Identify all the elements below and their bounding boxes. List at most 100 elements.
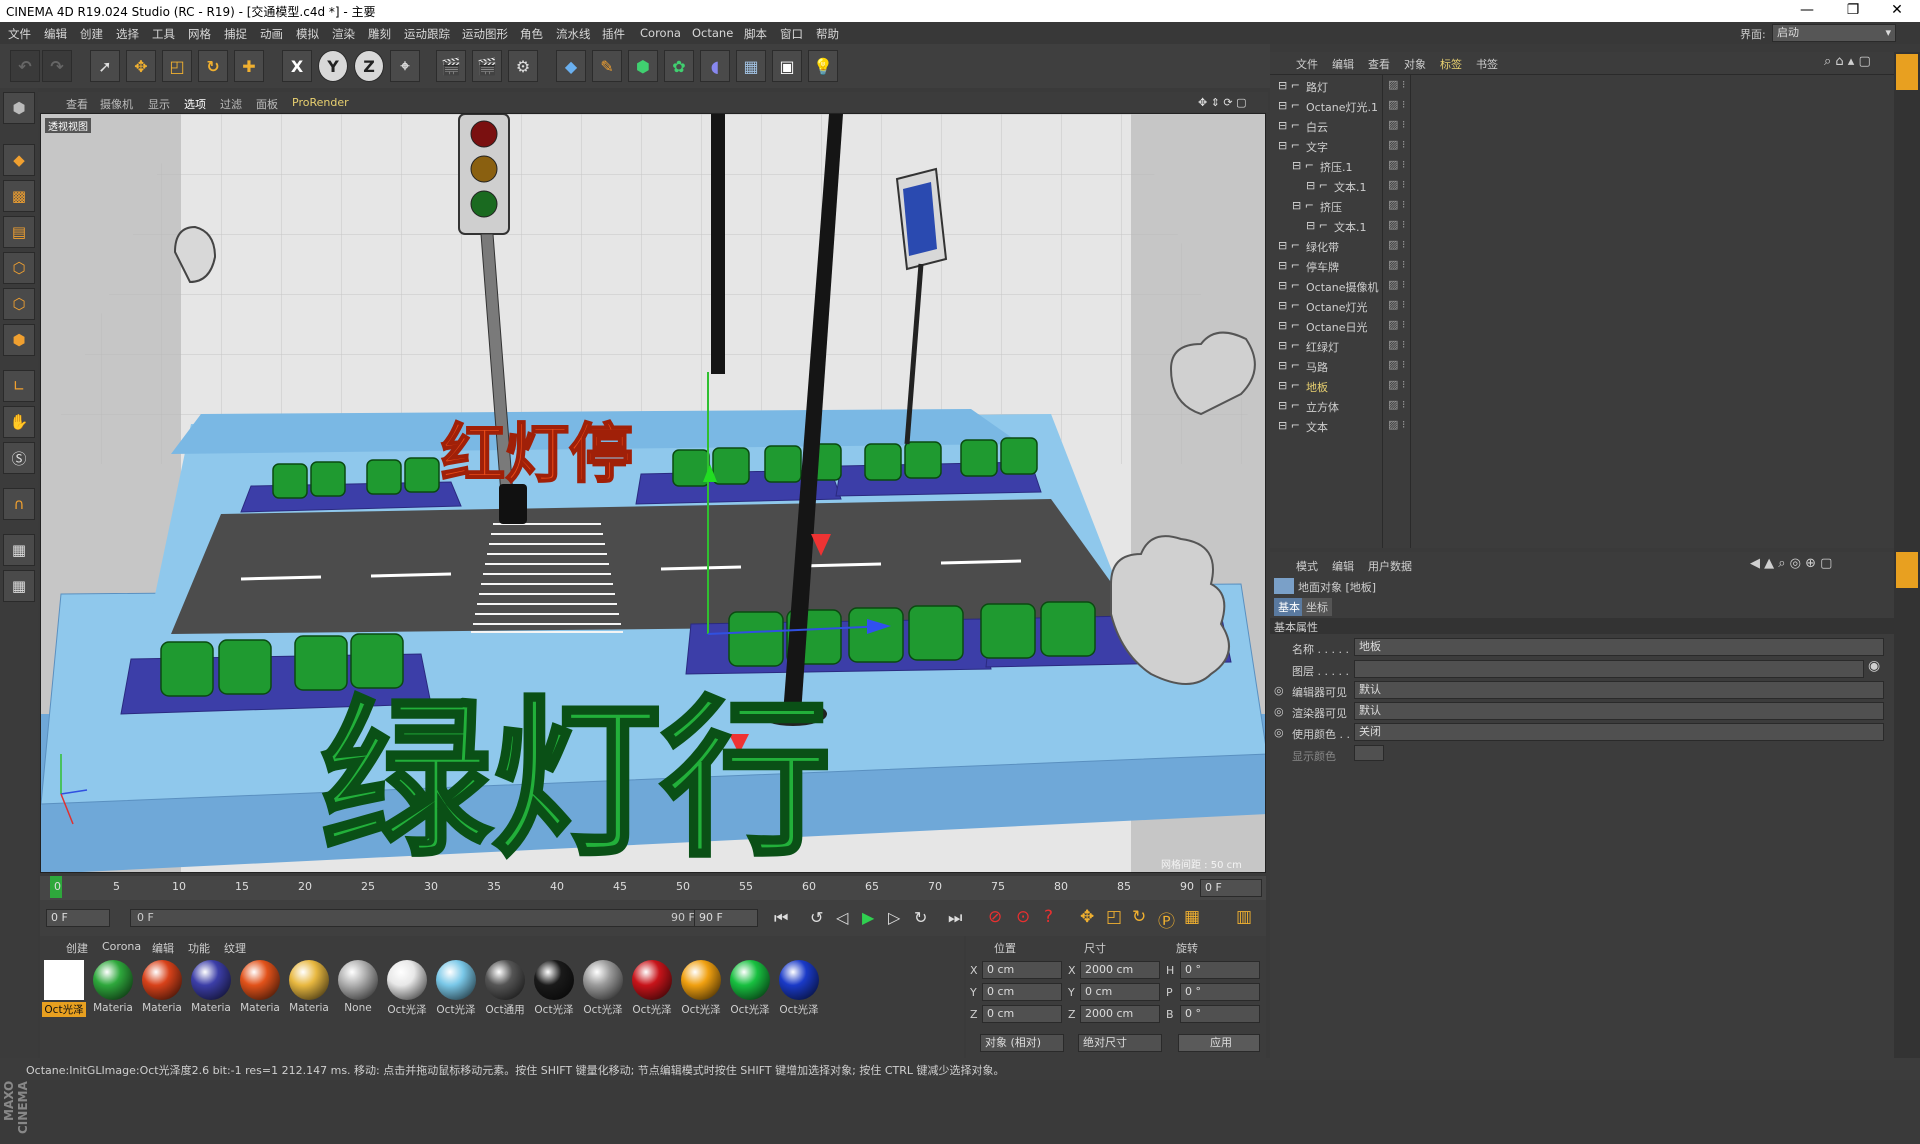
object-row[interactable]: ⊟ ⌐ 挤压 ▨ ⁝ [1270,196,1894,216]
key-scale-icon[interactable]: ◰ [1106,907,1122,927]
vp-menu-view[interactable]: 查看 [66,96,88,112]
obj-menu-objects[interactable]: 对象 [1404,56,1426,72]
material-item[interactable]: Materia [140,958,184,1016]
use-color-select[interactable]: 关闭 [1354,723,1884,741]
visibility-toggle-icon[interactable]: ▨ ⁝ [1388,218,1405,231]
redo-icon[interactable]: ↷ [42,50,72,82]
visibility-toggle-icon[interactable]: ▨ ⁝ [1388,358,1405,371]
menu-window[interactable]: 窗口 [780,26,803,42]
tweak-icon[interactable]: ✋ [3,406,35,438]
goto-end-icon[interactable]: ⏭ [948,908,962,928]
workplane-icon[interactable]: ▤ [3,216,35,248]
axis-mode-icon[interactable]: ∟ [3,370,35,402]
scale-tool-icon[interactable]: ◰ [162,50,192,82]
visibility-toggle-icon[interactable]: ▨ ⁝ [1388,398,1405,411]
menu-tools[interactable]: 工具 [152,26,175,42]
size-x-field[interactable]: 2000 cm [1080,961,1160,979]
visibility-toggle-icon[interactable]: ▨ ⁝ [1388,318,1405,331]
visibility-toggle-icon[interactable]: ▨ ⁝ [1388,198,1405,211]
model-mode-icon[interactable]: ◆ [3,144,35,176]
mat-menu-create[interactable]: 创建 [66,940,88,956]
back-icon[interactable]: ◀ ▲ ⌕ ◎ ⊕ ▢ [1750,556,1832,571]
material-item[interactable]: Oct光泽 [777,958,821,1016]
record-icon[interactable]: ⊘ [988,907,1002,927]
texture-mode-icon[interactable]: ▩ [3,180,35,212]
polygons-mode-icon[interactable]: ⬢ [3,324,35,356]
material-item[interactable]: Oct光泽 [728,958,772,1016]
key-pla-icon[interactable]: ▦ [1184,907,1200,927]
mat-menu-corona[interactable]: Corona [102,940,141,953]
apply-button[interactable]: 应用 [1178,1034,1260,1052]
vp-menu-filter[interactable]: 过滤 [220,96,242,112]
visibility-toggle-icon[interactable]: ▨ ⁝ [1388,258,1405,271]
pen-icon[interactable]: ✎ [592,50,622,82]
radio-icon[interactable]: ◎ [1274,684,1284,697]
lock-workplane-icon[interactable]: ▦ [3,534,35,566]
visibility-toggle-icon[interactable]: ▨ ⁝ [1388,378,1405,391]
prev-key-icon[interactable]: ↺ [810,908,823,927]
deformer-icon[interactable]: ◖ [700,50,730,82]
object-row[interactable]: ⊟ ⌐ 红绿灯 ▨ ⁝ [1270,336,1894,356]
attr-menu-mode[interactable]: 模式 [1296,558,1318,574]
next-frame-icon[interactable]: ▷ [888,908,900,927]
cube-icon[interactable]: ◆ [556,50,586,82]
end-frame-field[interactable]: 90 F [694,909,758,927]
display-color-swatch[interactable] [1354,745,1384,761]
attr-menu-edit[interactable]: 编辑 [1332,558,1354,574]
search-icon[interactable]: ⌕ ⌂ ▴ ▢ [1824,54,1871,69]
object-row[interactable]: ⊟ ⌐ 停车牌 ▨ ⁝ [1270,256,1894,276]
select-tool-icon[interactable]: ➚ [90,50,120,82]
axis-z-button[interactable]: Z [354,50,384,82]
visibility-toggle-icon[interactable]: ▨ ⁝ [1388,98,1405,111]
maximize-button[interactable]: ❐ [1830,0,1876,22]
render-view-icon[interactable]: 🎬 [436,50,466,82]
coord-mode-select[interactable]: 对象 (相对) [980,1034,1064,1052]
vp-menu-camera[interactable]: 摄像机 [100,96,133,112]
timeline-ruler[interactable]: 0 5 10 15 20 25 30 35 40 45 50 55 60 65 … [40,876,1266,900]
magnet-icon[interactable]: ∩ [3,488,35,520]
visibility-toggle-icon[interactable]: ▨ ⁝ [1388,238,1405,251]
object-row[interactable]: ⊟ ⌐ 白云 ▨ ⁝ [1270,116,1894,136]
menu-motion-tracking[interactable]: 运动跟踪 [404,26,450,42]
material-item[interactable]: Oct光泽 [630,958,674,1016]
visibility-toggle-icon[interactable]: ▨ ⁝ [1388,138,1405,151]
light-icon[interactable]: 💡 [808,50,838,82]
menu-mesh[interactable]: 网格 [188,26,211,42]
object-row[interactable]: ⊟ ⌐ Octane摄像机 ▨ ⁝ [1270,276,1894,296]
frame-range-slider[interactable]: 0 F 90 F [130,909,710,927]
make-editable-icon[interactable]: ⬢ [3,92,35,124]
viewport-nav-icon[interactable]: ✥ ⇕ ⟳ ▢ [1198,96,1247,109]
size-mode-select[interactable]: 绝对尺寸 [1078,1034,1162,1052]
menu-edit[interactable]: 编辑 [44,26,67,42]
material-item[interactable]: Oct光泽 [581,958,625,1016]
object-row[interactable]: ⊟ ⌐ 马路 ▨ ⁝ [1270,356,1894,376]
undo-icon[interactable]: ↶ [10,50,40,82]
edges-mode-icon[interactable]: ⬡ [3,288,35,320]
rotation-b-field[interactable]: 0 ° [1180,1005,1260,1023]
visibility-toggle-icon[interactable]: ▨ ⁝ [1388,298,1405,311]
mat-menu-edit[interactable]: 编辑 [152,940,174,956]
tab-objects-vertical[interactable] [1896,54,1918,90]
visibility-toggle-icon[interactable]: ▨ ⁝ [1388,118,1405,131]
vp-menu-panel[interactable]: 面板 [256,96,278,112]
menu-create[interactable]: 创建 [80,26,103,42]
position-x-field[interactable]: 0 cm [982,961,1062,979]
editor-visible-select[interactable]: 默认 [1354,681,1884,699]
mat-menu-function[interactable]: 功能 [188,940,210,956]
object-row[interactable]: ⊟ ⌐ Octane灯光 ▨ ⁝ [1270,296,1894,316]
size-z-field[interactable]: 2000 cm [1080,1005,1160,1023]
object-row[interactable]: ⊟ ⌐ 文本.1 ▨ ⁝ [1270,216,1894,236]
rotate-tool-icon[interactable]: ↻ [198,50,228,82]
subdivision-icon[interactable]: ⬢ [628,50,658,82]
obj-menu-view[interactable]: 查看 [1368,56,1390,72]
menu-character[interactable]: 角色 [520,26,543,42]
visibility-toggle-icon[interactable]: ▨ ⁝ [1388,78,1405,91]
points-mode-icon[interactable]: ⬡ [3,252,35,284]
render-picture-viewer-icon[interactable]: 🎬 [472,50,502,82]
camera-icon[interactable]: ▣ [772,50,802,82]
vp-menu-display[interactable]: 显示 [148,96,170,112]
radio-icon[interactable]: ◎ [1274,726,1284,739]
move-tool-icon[interactable]: ✥ [126,50,156,82]
key-position-icon[interactable]: ✥ [1080,907,1094,927]
menu-file[interactable]: 文件 [8,26,31,42]
